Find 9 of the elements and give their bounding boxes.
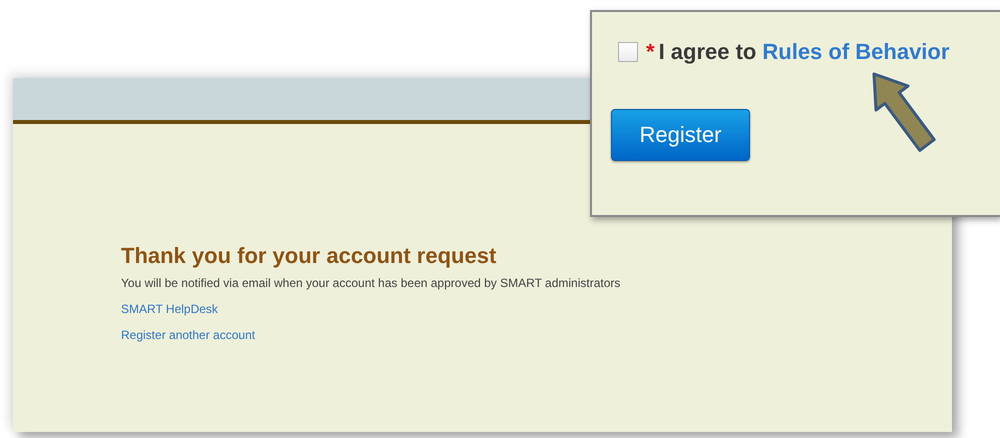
- agree-checkbox[interactable]: [618, 42, 638, 62]
- rules-link[interactable]: Rules of Behavior: [762, 39, 950, 65]
- register-button[interactable]: Register: [611, 109, 750, 161]
- required-mark: *: [646, 39, 655, 65]
- text-link[interactable]: Register another account: [121, 328, 256, 342]
- notification-message: You will be notified via email when your account has been approved by SMART administrators: [121, 276, 620, 290]
- agree-label: I agree to: [658, 39, 756, 65]
- page-heading: Thank you for your account request: [121, 243, 496, 269]
- text-link[interactable]: SMART HelpDesk: [121, 302, 218, 316]
